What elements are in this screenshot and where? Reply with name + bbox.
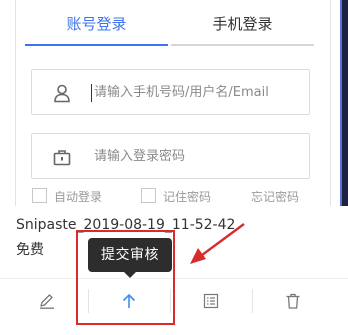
text-caret <box>91 84 92 102</box>
checkbox-box <box>141 188 156 203</box>
forgot-password-label: 忘记密码 <box>251 190 300 204</box>
submit-review-button[interactable] <box>88 279 170 323</box>
edit-button[interactable] <box>6 279 88 323</box>
tab-label: 手机登录 <box>212 15 273 33</box>
frame-border <box>330 0 331 206</box>
tooltip-arrow <box>124 272 136 278</box>
background-edge <box>342 0 348 206</box>
action-bar <box>0 278 348 335</box>
delete-button[interactable] <box>252 279 334 323</box>
checkbox-label: 自动登录 <box>54 190 103 204</box>
user-icon <box>54 84 70 103</box>
username-placeholder: 请输入手机号码/用户名/Email <box>94 85 269 100</box>
forgot-password-link[interactable]: 忘记密码 <box>251 188 299 206</box>
submit-review-tooltip: 提交审核 <box>88 238 172 278</box>
auto-login-checkbox[interactable]: 自动登录 <box>32 188 102 206</box>
frame-border <box>15 0 16 206</box>
list-icon <box>203 293 219 309</box>
username-field[interactable]: 请输入手机号码/用户名/Email <box>31 69 310 115</box>
remember-password-checkbox[interactable]: 记住密码 <box>141 188 211 206</box>
checkbox-box <box>32 188 47 203</box>
tab-underline <box>171 44 314 46</box>
password-field[interactable]: 请输入登录密码 <box>31 133 310 179</box>
tooltip-text: 提交审核 <box>101 247 159 263</box>
trash-icon <box>286 293 300 309</box>
file-name: Snipaste_2019-08-19_11-52-42 <box>16 217 236 233</box>
login-screenshot-thumbnail[interactable]: 账号登录 手机登录 请输入手机号码/用户名/Email 请输入登录密码 自动登录… <box>0 0 348 206</box>
price-label: 免费 <box>16 242 44 258</box>
details-button[interactable] <box>170 279 252 323</box>
tab-account-login[interactable]: 账号登录 <box>25 12 168 46</box>
lock-icon <box>53 150 71 166</box>
card-info: Snipaste_2019-08-19_11-52-42 免费 <box>0 206 348 278</box>
checkbox-label: 记住密码 <box>163 190 212 204</box>
password-placeholder: 请输入登录密码 <box>94 149 186 164</box>
tab-label: 账号登录 <box>66 15 127 33</box>
pencil-icon <box>40 294 54 309</box>
upload-arrow-icon <box>122 294 136 308</box>
tab-underline <box>25 44 168 46</box>
review-card: 账号登录 手机登录 请输入手机号码/用户名/Email 请输入登录密码 自动登录… <box>0 0 348 335</box>
tab-phone-login[interactable]: 手机登录 <box>171 12 314 46</box>
